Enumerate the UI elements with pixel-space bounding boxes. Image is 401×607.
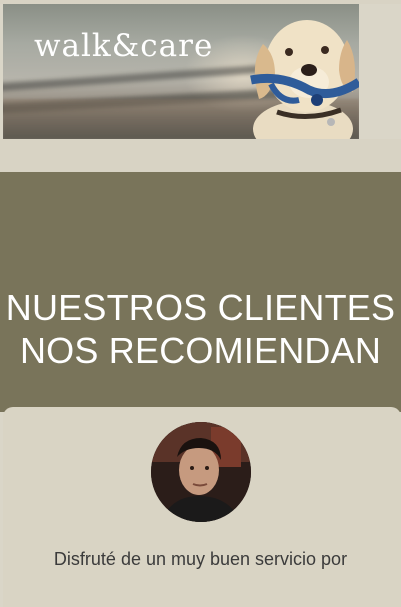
dog-with-leash-image (250, 20, 359, 139)
testimonial-text: Disfruté de un muy buen servicio por (53, 549, 348, 569)
section-title-line: NOS RECOMIENDAN (19, 330, 382, 371)
section-title: NUESTROS CLIENTES NOS RECOMIENDAN (0, 286, 401, 372)
avatar (151, 422, 251, 522)
client-photo (151, 422, 251, 522)
brand-logo[interactable]: walk&care (34, 28, 213, 64)
section-title-line: NUESTROS CLIENTES (5, 287, 396, 328)
hero-banner: walk&care (3, 4, 359, 139)
spacer-band (0, 139, 401, 172)
